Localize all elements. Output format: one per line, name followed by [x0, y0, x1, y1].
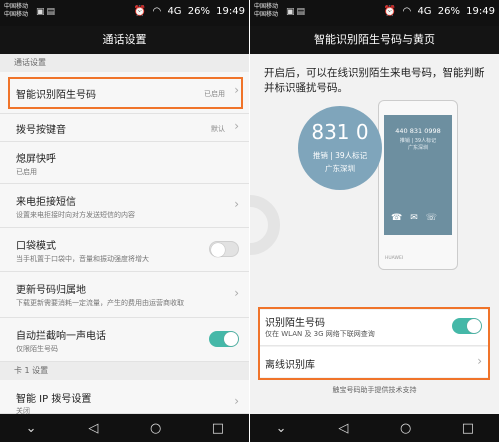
decorative-ring	[250, 195, 280, 255]
caller-id-bubble: 831 0 推销 | 39人标记 广东深圳	[298, 106, 382, 190]
row-subtitle: 下载更新需要消耗一定流量，产生的费用由运营商收取	[16, 299, 184, 307]
carrier-line-1: 中国移动	[254, 3, 279, 10]
recent-apps-icon[interactable]: □	[203, 421, 233, 436]
signal-label: 4G	[417, 6, 432, 17]
chevron-right-icon: ›	[234, 394, 239, 408]
home-icon[interactable]: ○	[141, 421, 171, 436]
status-right: ⏰ ◠ 4G 26% 19:49	[381, 6, 495, 17]
pocket-mode-toggle[interactable]	[209, 241, 239, 257]
page-title: 通话设置	[0, 26, 249, 54]
carrier-label: 中国移动 中国移动	[4, 3, 28, 19]
row-title: 自动拦截响一声电话	[16, 331, 106, 342]
section-header-call: 通话设置	[0, 54, 249, 72]
highlight-box	[8, 77, 243, 109]
wifi-icon: ◠	[402, 6, 412, 17]
home-icon[interactable]: ○	[391, 421, 421, 436]
provider-credit: 触宝号码助手提供技术支持	[332, 386, 417, 394]
alarm-icon: ⏰	[133, 6, 147, 17]
chevron-right-icon: ›	[234, 286, 239, 300]
row-screen-off-call[interactable]: 熄屏快呼 已启用	[0, 142, 249, 184]
bubble-location: 广东深圳	[325, 164, 355, 173]
page-title: 智能识别陌生号码与黄页	[250, 26, 499, 54]
hide-nav-icon[interactable]: ⌄	[16, 421, 46, 436]
call-actions-icon: ☎✉☏	[390, 213, 445, 223]
row-ip-dial[interactable]: 智能 IP 拨号设置 关闭 ›	[0, 380, 249, 415]
status-bar: 中国移动 中国移动 ▣▤ ⏰ ◠ 4G 26% 19:49	[250, 0, 499, 26]
row-title: 口袋模式	[16, 241, 56, 252]
status-bar: 中国移动 中国移动 ▣▤ ⏰ ◠ 4G 26% 19:49	[0, 0, 249, 26]
notification-icons: ▣▤	[286, 7, 308, 17]
alarm-icon: ⏰	[383, 6, 397, 17]
toggle-knob	[211, 243, 225, 257]
feature-description: 开启后，可以在线识别陌生来电号码，智能判断并标识骚扰号码。	[264, 67, 485, 94]
row-dial-tone[interactable]: 拨号按键音 默认 ›	[0, 114, 249, 142]
carrier-line-2: 中国移动	[4, 11, 29, 18]
navigation-bar: ⌄ ◁ ○ □	[0, 414, 249, 442]
phone-caller-number: 440 831 0998	[395, 127, 441, 135]
block-one-ring-toggle[interactable]	[209, 331, 239, 347]
row-subtitle: 仅限陌生号码	[16, 345, 58, 353]
battery-level: 26%	[437, 6, 460, 17]
back-icon[interactable]: ◁	[328, 421, 358, 436]
status-right: ⏰ ◠ 4G 26% 19:49	[131, 6, 245, 17]
phone-screen: 440 831 0998 推销 | 39人标记 广东深圳 ☎✉☏	[384, 115, 452, 235]
right-screen: 中国移动 中国移动 ▣▤ ⏰ ◠ 4G 26% 19:49 智能识别陌生号码与黄…	[250, 0, 499, 442]
hide-nav-icon[interactable]: ⌄	[266, 421, 296, 436]
clock: 19:49	[466, 6, 495, 17]
phone-caller-location: 广东深圳	[407, 145, 428, 151]
back-icon[interactable]: ◁	[78, 421, 108, 436]
chevron-right-icon: ›	[234, 119, 239, 133]
recent-apps-icon[interactable]: □	[453, 421, 483, 436]
row-title: 熄屏快呼	[16, 154, 56, 165]
carrier-label: 中国移动 中国移动	[254, 3, 278, 19]
phone-brand: HUAWEI	[385, 256, 404, 261]
illustration: 440 831 0998 推销 | 39人标记 广东深圳 ☎✉☏ HUAWEI …	[250, 100, 499, 300]
left-screen: 中国移动 中国移动 ▣▤ ⏰ ◠ 4G 26% 19:49 通话设置 通话设置 …	[0, 0, 249, 442]
row-title: 更新号码归属地	[16, 285, 86, 296]
highlight-box	[258, 307, 490, 380]
clock: 19:49	[216, 6, 245, 17]
navigation-bar: ⌄ ◁ ○ □	[250, 414, 499, 442]
row-block-one-ring[interactable]: 自动拦截响一声电话 仅限陌生号码	[0, 318, 249, 362]
chevron-right-icon: ›	[234, 197, 239, 211]
battery-level: 26%	[187, 6, 210, 17]
row-pocket-mode[interactable]: 口袋模式 当手机置于口袋中，音量和振动强度将增大	[0, 228, 249, 272]
carrier-line-2: 中国移动	[254, 11, 279, 18]
row-subtitle: 设置来电拒接时向对方发送短信的内容	[16, 211, 135, 219]
signal-label: 4G	[167, 6, 182, 17]
bubble-number: 831 0	[311, 120, 369, 144]
bubble-tag: 推销 | 39人标记	[312, 151, 368, 160]
notification-icons: ▣▤	[36, 7, 58, 17]
phone-caller-tag: 推销 | 39人标记	[399, 138, 437, 144]
carrier-line-1: 中国移动	[4, 3, 29, 10]
row-subtitle: 当手机置于口袋中，音量和振动强度将增大	[16, 255, 149, 263]
phone-illustration: 440 831 0998 推销 | 39人标记 广东深圳 ☎✉☏ HUAWEI	[378, 100, 458, 270]
row-update-location[interactable]: 更新号码归属地 下载更新需要消耗一定流量，产生的费用由运营商收取 ›	[0, 272, 249, 318]
row-title: 拨号按键音	[16, 125, 66, 136]
wifi-icon: ◠	[152, 6, 162, 17]
row-title: 来电拒接短信	[16, 197, 76, 208]
section-header-card1: 卡 1 设置	[0, 362, 249, 380]
row-subtitle: 已启用	[16, 168, 37, 176]
row-value: 默认	[211, 125, 225, 133]
toggle-knob	[224, 332, 238, 346]
row-title: 智能 IP 拨号设置	[16, 394, 92, 405]
row-reject-sms[interactable]: 来电拒接短信 设置来电拒接时向对方发送短信的内容 ›	[0, 184, 249, 228]
